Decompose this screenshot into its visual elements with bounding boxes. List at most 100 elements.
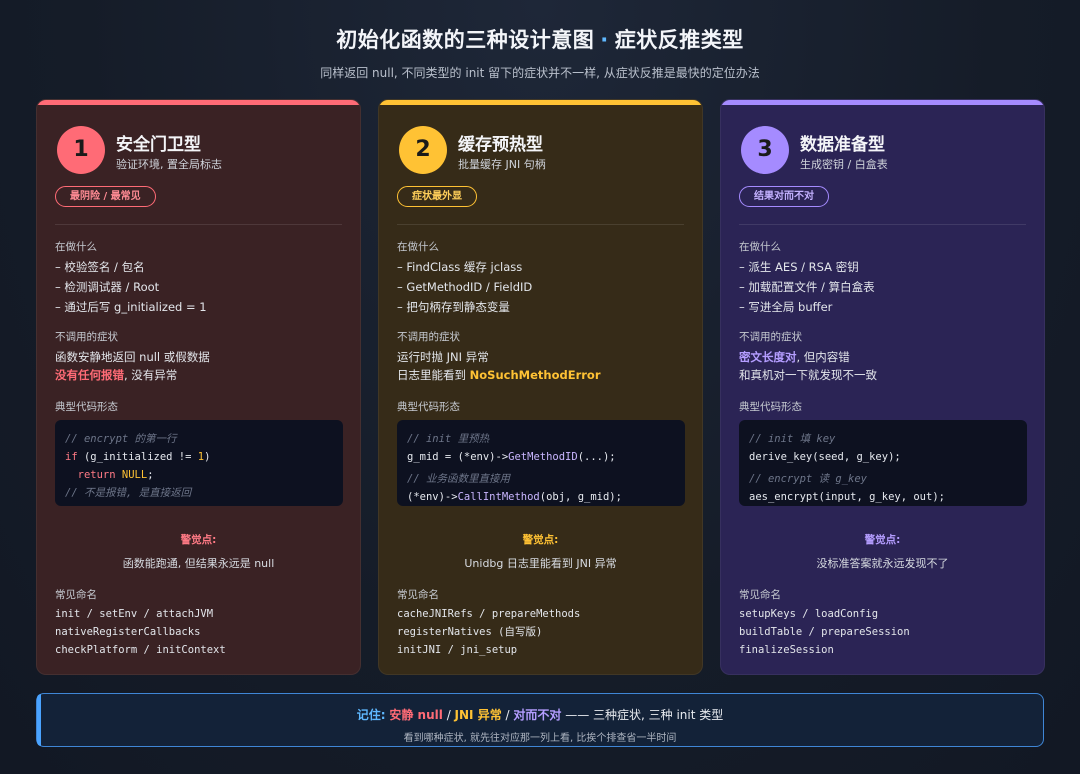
card-number-badge: 2 (399, 126, 447, 174)
symptom-label: 不调用的症状 (397, 331, 460, 343)
card-title: 安全门卫型 (116, 135, 201, 155)
name-item: initJNI / jni_setup (397, 644, 518, 656)
card-tag: 症状最外显 (397, 186, 477, 207)
code-text: (*env)-> (407, 491, 458, 503)
name-item: registerNatives (自写版) (397, 626, 543, 638)
list-item: – GetMethodID / FieldID (397, 280, 533, 294)
names-label: 常见命名 (739, 589, 781, 601)
card-number-badge: 3 (741, 126, 789, 174)
code-line: derive_key(seed, g_key); (749, 451, 901, 463)
names-list: setupKeys / loadConfig buildTable / prep… (739, 605, 910, 659)
alert-desc: 函数能跑通, 但结果永远是 null (122, 557, 275, 570)
title-dot: · (600, 28, 609, 52)
symptom-highlight: 没有任何报错 (55, 368, 124, 382)
symptom-wrong-result: 对而不对 (513, 708, 562, 722)
card-number-badge: 1 (57, 126, 105, 174)
names-label: 常见命名 (397, 589, 439, 601)
alert-title: 警觉点: (180, 534, 217, 546)
page-subtitle: 同样返回 null, 不同类型的 init 留下的症状并不一样, 从症状反推是最… (320, 66, 760, 80)
card-tag: 结果对而不对 (739, 186, 829, 207)
code-block: // encrypt 的第一行 if (g_initialized != 1) … (55, 420, 343, 506)
symptom-line: 密文长度对, 但内容错 (739, 348, 877, 366)
alert-box: 警觉点: 没标准答案就永远发现不了 (721, 532, 1044, 571)
alert-title: 警觉点: (864, 534, 901, 546)
divider (55, 224, 342, 225)
symptom-text: 运行时抛 JNI 异常 日志里能看到 NoSuchMethodError (397, 348, 601, 384)
name-item: setupKeys / loadConfig (739, 608, 879, 620)
remember-label: 记住: (356, 708, 386, 722)
list-item: – 检测调试器 / Root (55, 280, 160, 294)
card-subtitle: 生成密钥 / 白盒表 (800, 158, 888, 171)
code-block: // init 填 key derive_key(seed, g_key); /… (739, 420, 1027, 506)
code-line: if (g_initialized != 1) (65, 448, 333, 466)
name-item: finalizeSession (739, 644, 834, 656)
code-text: ) (204, 451, 211, 463)
code-line: (*env)->CallIntMethod(obj, g_mid); (407, 488, 675, 506)
code-label: 典型代码形态 (397, 401, 460, 413)
alert-title: 警觉点: (522, 534, 559, 546)
code-text: (obj, g_mid); (539, 491, 622, 503)
card-title: 缓存预热型 (458, 135, 543, 155)
code-line: aes_encrypt(input, g_key, out); (749, 491, 945, 503)
name-item: nativeRegisterCallbacks (55, 626, 201, 638)
code-comment: // encrypt 的第一行 (65, 433, 177, 445)
code-keyword: return (65, 469, 122, 481)
symptom-line: 函数安静地返回 null 或假数据 (55, 350, 210, 364)
title-main: 初始化函数的三种设计意图 (336, 28, 595, 52)
card-accent-bar (379, 100, 702, 105)
code-comment: // 业务函数里直接用 (407, 473, 510, 485)
doing-label: 在做什么 (739, 241, 781, 253)
header: 初始化函数的三种设计意图 · 症状反推类型 同样返回 null, 不同类型的 ini… (0, 24, 1080, 81)
card-subtitle: 批量缓存 JNI 句柄 (458, 158, 546, 171)
page: 初始化函数的三种设计意图 · 症状反推类型 同样返回 null, 不同类型的 ini… (0, 0, 1080, 774)
card-subtitle: 验证环境, 置全局标志 (116, 158, 222, 171)
alert-desc: 没标准答案就永远发现不了 (816, 557, 949, 570)
separator: / (501, 708, 514, 722)
code-text: (...); (577, 451, 616, 463)
symptom-text: 函数安静地返回 null 或假数据 没有任何报错, 没有异常 (55, 348, 210, 384)
name-item: cacheJNIRefs / prepareMethods (397, 608, 581, 620)
name-item: init / setEnv / attachJVM (55, 608, 214, 620)
symptom-label: 不调用的症状 (55, 331, 118, 343)
code-text: (g_initialized != (77, 451, 198, 463)
alert-box: 警觉点: Unidbg 日志里能看到 JNI 异常 (379, 532, 702, 571)
code-function: GetMethodID (508, 451, 578, 463)
summary-line: 记住: 安静 null / JNI 异常 / 对而不对 —— 三种症状, 三种 … (37, 706, 1043, 723)
list-item: – 把句柄存到静态变量 (397, 300, 510, 314)
alert-desc: Unidbg 日志里能看到 JNI 异常 (464, 557, 617, 570)
code-block: // init 里预热 g_mid = (*env)->GetMethodID(… (397, 420, 685, 506)
summary-banner: 记住: 安静 null / JNI 异常 / 对而不对 —— 三种症状, 三种 … (36, 693, 1044, 747)
summary-tail: —— 三种症状, 三种 init 类型 (561, 708, 724, 722)
code-label: 典型代码形态 (739, 401, 802, 413)
banner-accent-bar (37, 694, 41, 746)
code-text: ; (147, 469, 154, 481)
code-comment: // init 里预热 (407, 433, 490, 445)
list-item: – 写进全局 buffer (739, 300, 833, 314)
symptom-tail: , 但内容错 (796, 350, 850, 364)
divider (739, 224, 1026, 225)
name-item: buildTable / prepareSession (739, 626, 910, 638)
card-cache-warmup: 2 缓存预热型 批量缓存 JNI 句柄 症状最外显 在做什么 – FindCla… (378, 99, 703, 675)
code-constant: NULL (121, 469, 148, 481)
symptom-highlight: 密文长度对 (739, 350, 797, 364)
names-list: init / setEnv / attachJVM nativeRegister… (55, 605, 226, 659)
separator: / (442, 708, 455, 722)
symptom-quiet-null: 安静 null (389, 708, 443, 722)
code-label: 典型代码形态 (55, 401, 118, 413)
doing-list: – 派生 AES / RSA 密钥 – 加载配置文件 / 算白盒表 – 写进全局… (739, 257, 875, 317)
name-item: checkPlatform / initContext (55, 644, 226, 656)
code-comment: // init 填 key (749, 433, 836, 445)
card-accent-bar (37, 100, 360, 105)
doing-label: 在做什么 (397, 241, 439, 253)
code-comment: // encrypt 读 g_key (749, 473, 867, 485)
card-security-guard: 1 安全门卫型 验证环境, 置全局标志 最阴险 / 最常见 在做什么 – 校验签… (36, 99, 361, 675)
code-text: g_mid = (*env)-> (407, 451, 509, 463)
names-list: cacheJNIRefs / prepareMethods registerNa… (397, 605, 580, 659)
code-comment: // 不是报错, 是直接返回 (65, 487, 192, 499)
title-tail: 症状反推类型 (614, 28, 744, 52)
page-title: 初始化函数的三种设计意图 · 症状反推类型 (0, 24, 1080, 54)
doing-label: 在做什么 (55, 241, 97, 253)
code-function: CallIntMethod (457, 491, 540, 503)
doing-list: – 校验签名 / 包名 – 检测调试器 / Root – 通过后写 g_init… (55, 257, 207, 317)
symptom-jni-exception: JNI 异常 (454, 708, 502, 722)
